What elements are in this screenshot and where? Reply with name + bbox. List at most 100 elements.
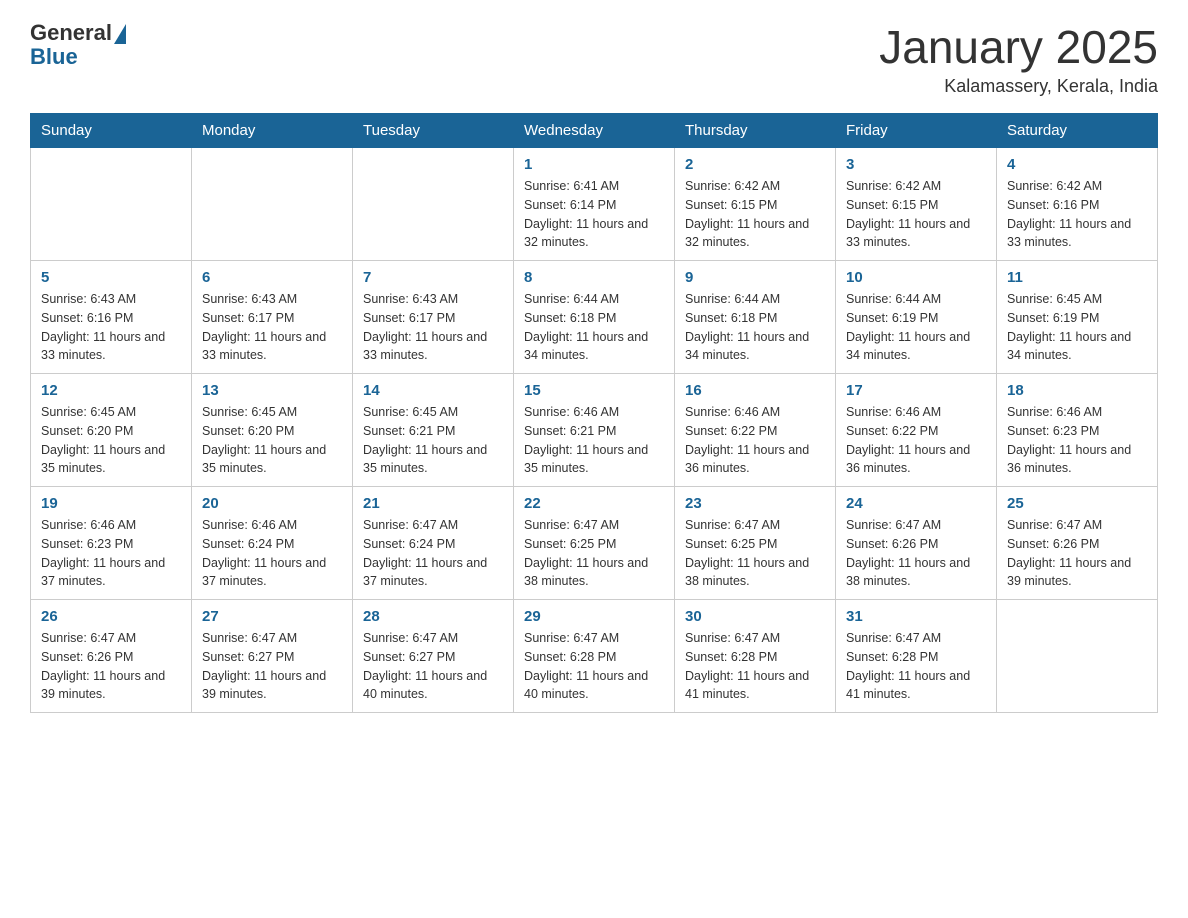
day-number: 22	[524, 495, 664, 512]
calendar-week-row: 1 Sunrise: 6:41 AM Sunset: 6:14 PM Daylig…	[31, 148, 1158, 261]
day-info: Sunrise: 6:46 AM Sunset: 6:23 PM Dayligh…	[1007, 403, 1147, 478]
day-info: Sunrise: 6:45 AM Sunset: 6:19 PM Dayligh…	[1007, 290, 1147, 365]
day-info: Sunrise: 6:46 AM Sunset: 6:22 PM Dayligh…	[685, 403, 825, 478]
day-info: Sunrise: 6:43 AM Sunset: 6:17 PM Dayligh…	[363, 290, 503, 365]
calendar-cell: 20 Sunrise: 6:46 AM Sunset: 6:24 PM Dayli…	[192, 487, 353, 600]
calendar-cell: 21 Sunrise: 6:47 AM Sunset: 6:24 PM Dayli…	[353, 487, 514, 600]
day-info: Sunrise: 6:47 AM Sunset: 6:27 PM Dayligh…	[363, 629, 503, 704]
calendar-cell: 10Sunrise: 6:44 AM Sunset: 6:19 PM Dayli…	[836, 261, 997, 374]
calendar-week-row: 19 Sunrise: 6:46 AM Sunset: 6:23 PM Dayli…	[31, 487, 1158, 600]
day-info: Sunrise: 6:42 AM Sunset: 6:15 PM Dayligh…	[846, 177, 986, 252]
day-number: 19	[41, 495, 181, 512]
day-info: Sunrise: 6:46 AM Sunset: 6:22 PM Dayligh…	[846, 403, 986, 478]
day-number: 25	[1007, 495, 1147, 512]
day-info: Sunrise: 6:46 AM Sunset: 6:21 PM Dayligh…	[524, 403, 664, 478]
calendar-header-sunday: Sunday	[31, 114, 192, 148]
day-number: 11	[1007, 269, 1147, 286]
day-info: Sunrise: 6:42 AM Sunset: 6:16 PM Dayligh…	[1007, 177, 1147, 252]
day-info: Sunrise: 6:47 AM Sunset: 6:28 PM Dayligh…	[524, 629, 664, 704]
day-number: 21	[363, 495, 503, 512]
calendar-cell: 12 Sunrise: 6:45 AM Sunset: 6:20 PM Dayli…	[31, 374, 192, 487]
day-info: Sunrise: 6:47 AM Sunset: 6:24 PM Dayligh…	[363, 516, 503, 591]
day-info: Sunrise: 6:46 AM Sunset: 6:23 PM Dayligh…	[41, 516, 181, 591]
day-number: 6	[202, 269, 342, 286]
calendar-header-saturday: Saturday	[997, 114, 1158, 148]
logo-general-text: General	[30, 20, 112, 46]
calendar-cell: 6 Sunrise: 6:43 AM Sunset: 6:17 PM Daylig…	[192, 261, 353, 374]
day-info: Sunrise: 6:44 AM Sunset: 6:19 PM Dayligh…	[846, 290, 986, 365]
day-number: 20	[202, 495, 342, 512]
calendar-cell: 31Sunrise: 6:47 AM Sunset: 6:28 PM Dayli…	[836, 600, 997, 713]
calendar-week-row: 12 Sunrise: 6:45 AM Sunset: 6:20 PM Dayli…	[31, 374, 1158, 487]
day-number: 15	[524, 382, 664, 399]
calendar-cell	[353, 148, 514, 261]
calendar-cell: 16 Sunrise: 6:46 AM Sunset: 6:22 PM Dayli…	[675, 374, 836, 487]
day-info: Sunrise: 6:41 AM Sunset: 6:14 PM Dayligh…	[524, 177, 664, 252]
day-info: Sunrise: 6:47 AM Sunset: 6:27 PM Dayligh…	[202, 629, 342, 704]
day-number: 14	[363, 382, 503, 399]
day-info: Sunrise: 6:47 AM Sunset: 6:26 PM Dayligh…	[41, 629, 181, 704]
calendar-cell: 22 Sunrise: 6:47 AM Sunset: 6:25 PM Dayli…	[514, 487, 675, 600]
day-number: 30	[685, 608, 825, 625]
day-number: 29	[524, 608, 664, 625]
calendar-cell: 29 Sunrise: 6:47 AM Sunset: 6:28 PM Dayli…	[514, 600, 675, 713]
day-info: Sunrise: 6:43 AM Sunset: 6:16 PM Dayligh…	[41, 290, 181, 365]
day-number: 1	[524, 156, 664, 173]
calendar-cell: 28Sunrise: 6:47 AM Sunset: 6:27 PM Dayli…	[353, 600, 514, 713]
day-number: 7	[363, 269, 503, 286]
day-number: 17	[846, 382, 986, 399]
day-info: Sunrise: 6:47 AM Sunset: 6:26 PM Dayligh…	[846, 516, 986, 591]
day-number: 2	[685, 156, 825, 173]
calendar-cell: 18Sunrise: 6:46 AM Sunset: 6:23 PM Dayli…	[997, 374, 1158, 487]
calendar-cell: 1 Sunrise: 6:41 AM Sunset: 6:14 PM Daylig…	[514, 148, 675, 261]
calendar-cell	[192, 148, 353, 261]
calendar-header-row: SundayMondayTuesdayWednesdayThursdayFrid…	[31, 114, 1158, 148]
day-number: 4	[1007, 156, 1147, 173]
calendar-cell: 17 Sunrise: 6:46 AM Sunset: 6:22 PM Dayli…	[836, 374, 997, 487]
calendar-header-friday: Friday	[836, 114, 997, 148]
calendar-cell: 5 Sunrise: 6:43 AM Sunset: 6:16 PM Daylig…	[31, 261, 192, 374]
calendar-cell: 7 Sunrise: 6:43 AM Sunset: 6:17 PM Daylig…	[353, 261, 514, 374]
calendar-cell: 15 Sunrise: 6:46 AM Sunset: 6:21 PM Dayli…	[514, 374, 675, 487]
calendar-cell: 14 Sunrise: 6:45 AM Sunset: 6:21 PM Dayli…	[353, 374, 514, 487]
day-info: Sunrise: 6:45 AM Sunset: 6:20 PM Dayligh…	[41, 403, 181, 478]
calendar-cell	[997, 600, 1158, 713]
calendar-cell: 19 Sunrise: 6:46 AM Sunset: 6:23 PM Dayli…	[31, 487, 192, 600]
calendar-cell	[31, 148, 192, 261]
day-number: 23	[685, 495, 825, 512]
calendar-cell: 9Sunrise: 6:44 AM Sunset: 6:18 PM Daylig…	[675, 261, 836, 374]
day-number: 9	[685, 269, 825, 286]
day-number: 5	[41, 269, 181, 286]
day-info: Sunrise: 6:46 AM Sunset: 6:24 PM Dayligh…	[202, 516, 342, 591]
calendar-header-wednesday: Wednesday	[514, 114, 675, 148]
day-info: Sunrise: 6:47 AM Sunset: 6:25 PM Dayligh…	[685, 516, 825, 591]
logo-triangle-icon	[114, 24, 126, 44]
day-info: Sunrise: 6:47 AM Sunset: 6:25 PM Dayligh…	[524, 516, 664, 591]
day-info: Sunrise: 6:42 AM Sunset: 6:15 PM Dayligh…	[685, 177, 825, 252]
day-number: 26	[41, 608, 181, 625]
day-info: Sunrise: 6:44 AM Sunset: 6:18 PM Dayligh…	[524, 290, 664, 365]
day-info: Sunrise: 6:47 AM Sunset: 6:28 PM Dayligh…	[685, 629, 825, 704]
day-info: Sunrise: 6:43 AM Sunset: 6:17 PM Dayligh…	[202, 290, 342, 365]
calendar-cell: 4 Sunrise: 6:42 AM Sunset: 6:16 PM Daylig…	[997, 148, 1158, 261]
location: Kalamassery, Kerala, India	[879, 76, 1158, 97]
day-number: 27	[202, 608, 342, 625]
day-info: Sunrise: 6:45 AM Sunset: 6:21 PM Dayligh…	[363, 403, 503, 478]
calendar-cell: 24Sunrise: 6:47 AM Sunset: 6:26 PM Dayli…	[836, 487, 997, 600]
day-info: Sunrise: 6:47 AM Sunset: 6:26 PM Dayligh…	[1007, 516, 1147, 591]
logo: General Blue	[30, 20, 126, 70]
day-number: 12	[41, 382, 181, 399]
calendar-week-row: 26 Sunrise: 6:47 AM Sunset: 6:26 PM Dayli…	[31, 600, 1158, 713]
day-number: 3	[846, 156, 986, 173]
calendar-cell: 11 Sunrise: 6:45 AM Sunset: 6:19 PM Dayli…	[997, 261, 1158, 374]
day-number: 13	[202, 382, 342, 399]
calendar-cell: 13Sunrise: 6:45 AM Sunset: 6:20 PM Dayli…	[192, 374, 353, 487]
title-section: January 2025 Kalamassery, Kerala, India	[879, 20, 1158, 97]
calendar-header-monday: Monday	[192, 114, 353, 148]
calendar-cell: 2 Sunrise: 6:42 AM Sunset: 6:15 PM Daylig…	[675, 148, 836, 261]
calendar-table: SundayMondayTuesdayWednesdayThursdayFrid…	[30, 113, 1158, 713]
page-header: General Blue January 2025 Kalamassery, K…	[30, 20, 1158, 97]
calendar-cell: 25 Sunrise: 6:47 AM Sunset: 6:26 PM Dayli…	[997, 487, 1158, 600]
day-number: 16	[685, 382, 825, 399]
calendar-cell: 8Sunrise: 6:44 AM Sunset: 6:18 PM Daylig…	[514, 261, 675, 374]
